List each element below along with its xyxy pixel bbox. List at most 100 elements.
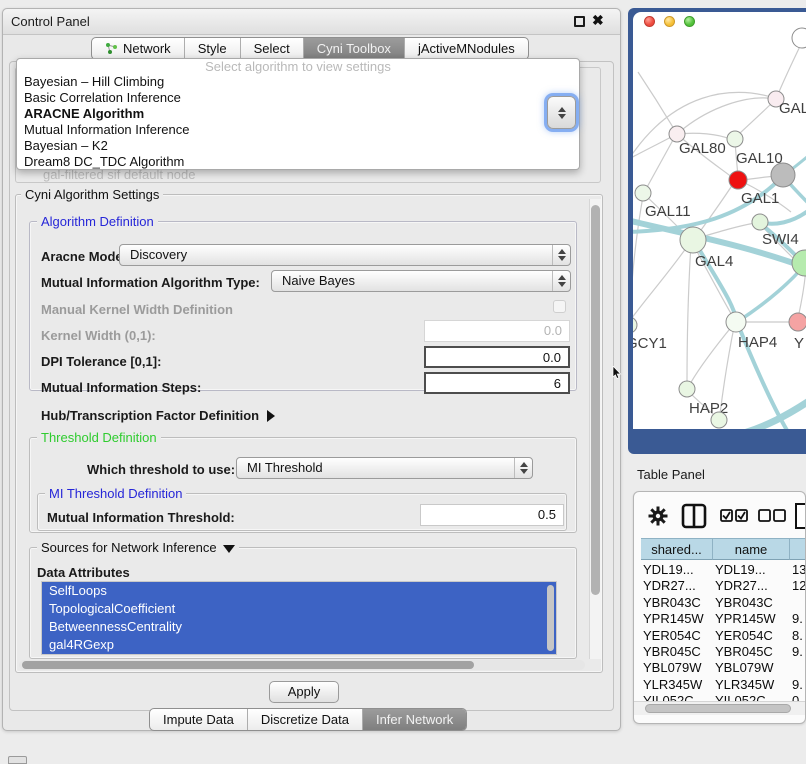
network-edge[interactable] bbox=[633, 244, 689, 322]
table-cell[interactable]: YPR145W bbox=[643, 610, 715, 627]
attribute-list-vscroll-thumb[interactable] bbox=[547, 585, 554, 651]
float-window-icon[interactable] bbox=[574, 16, 585, 27]
apply-button[interactable]: Apply bbox=[269, 681, 339, 703]
manual-kernel-checkbox[interactable] bbox=[553, 300, 566, 313]
table-cell[interactable]: YBL079W bbox=[643, 659, 715, 676]
tab-cyni-toolbox[interactable]: Cyni Toolbox bbox=[304, 38, 405, 59]
attribute-list-item[interactable]: BetweennessCentrality bbox=[42, 618, 556, 636]
table-column-header[interactable]: shared... bbox=[641, 538, 713, 560]
table-hscroll-thumb[interactable] bbox=[645, 704, 791, 713]
tab-select[interactable]: Select bbox=[241, 38, 304, 59]
table-cell[interactable]: YER054C bbox=[715, 627, 792, 644]
table-cell[interactable]: YLR345W bbox=[715, 676, 792, 693]
mi-type-combo[interactable]: Naive Bayes bbox=[271, 270, 571, 292]
minimize-traffic-light-icon[interactable] bbox=[664, 16, 675, 27]
screen: { "control_panel": { "title": "Control P… bbox=[0, 0, 806, 762]
network-edge[interactable] bbox=[677, 98, 776, 134]
algorithm-option[interactable]: Dream8 DC_TDC Algorithm bbox=[17, 154, 579, 170]
show-columns-icon[interactable] bbox=[681, 503, 707, 529]
zoom-traffic-light-icon[interactable] bbox=[684, 16, 695, 27]
new-file-icon[interactable] bbox=[794, 502, 806, 530]
table-cell[interactable]: 9. bbox=[792, 610, 806, 627]
network-node-gal1[interactable] bbox=[729, 171, 747, 189]
table-cell[interactable]: YDL19... bbox=[715, 561, 792, 578]
bottom-tab-impute-data[interactable]: Impute Data bbox=[150, 709, 248, 730]
network-edge[interactable] bbox=[687, 244, 691, 384]
close-icon[interactable]: ✖ bbox=[592, 12, 604, 29]
aracne-mode-combo[interactable]: Discovery bbox=[119, 244, 571, 266]
attribute-list-item[interactable]: SelfLoops bbox=[42, 582, 556, 600]
mi-threshold-field[interactable]: 0.5 bbox=[420, 504, 564, 526]
algorithm-option[interactable]: ARACNE Algorithm bbox=[17, 106, 579, 122]
hub-definition-toggle[interactable]: Hub/Transcription Factor Definition bbox=[41, 408, 275, 423]
table-cell[interactable]: YBR043C bbox=[715, 594, 792, 611]
table-cell[interactable]: YBL079W bbox=[715, 659, 792, 676]
table-cell[interactable]: 9. bbox=[792, 643, 806, 660]
network-window[interactable]: GALGAL80GAL10GAL1GAL11SWI4GAL4GCY1HAP4YH… bbox=[633, 12, 806, 429]
table-cell[interactable]: 13 bbox=[792, 561, 806, 578]
settings-horizontal-scrollbar[interactable] bbox=[19, 660, 585, 670]
mi-steps-field[interactable]: 6 bbox=[424, 372, 570, 394]
bottom-tab-discretize-data[interactable]: Discretize Data bbox=[248, 709, 363, 730]
tab-style[interactable]: Style bbox=[185, 38, 241, 59]
settings-vertical-scrollbar[interactable] bbox=[589, 199, 601, 659]
network-node-y[interactable] bbox=[789, 313, 806, 331]
network-node-gal10[interactable] bbox=[727, 131, 743, 147]
table-column-header[interactable] bbox=[790, 538, 806, 560]
table-cell[interactable]: YBR043C bbox=[643, 594, 715, 611]
data-attributes-list[interactable]: SelfLoopsTopologicalCoefficientBetweenne… bbox=[41, 581, 557, 655]
network-node-gcy1[interactable] bbox=[633, 317, 637, 333]
table-cell[interactable]: YLR345W bbox=[643, 676, 715, 693]
attribute-list-item[interactable]: TopologicalCoefficient bbox=[42, 600, 556, 618]
network-canvas[interactable]: GALGAL80GAL10GAL1GAL11SWI4GAL4GCY1HAP4YH… bbox=[633, 12, 806, 429]
table-cell[interactable]: YDL19... bbox=[643, 561, 715, 578]
algorithm-option[interactable]: Mutual Information Inference bbox=[17, 122, 579, 138]
table-cell[interactable]: YPR145W bbox=[715, 610, 792, 627]
algorithm-option[interactable]: Bayesian – Hill Climbing bbox=[17, 74, 579, 90]
dpi-tolerance-field[interactable]: 0.0 bbox=[424, 346, 570, 368]
network-node-hap4[interactable] bbox=[726, 312, 746, 332]
network-node-gal4[interactable] bbox=[680, 227, 706, 253]
algorithm-option[interactable]: Bayesian – K2 bbox=[17, 138, 579, 154]
table-cell[interactable]: YDR27... bbox=[643, 577, 715, 594]
kernel-width-field[interactable]: 0.0 bbox=[424, 320, 570, 342]
settings-vscroll-thumb[interactable] bbox=[591, 205, 600, 595]
table-cell[interactable]: YBR045C bbox=[643, 643, 715, 660]
network-node[interactable] bbox=[711, 412, 727, 428]
bottom-tab-infer-network[interactable]: Infer Network bbox=[363, 709, 466, 730]
table-column-header[interactable]: name bbox=[713, 538, 790, 560]
table-cell[interactable]: 12 bbox=[792, 577, 806, 594]
gear-icon[interactable] bbox=[647, 505, 669, 527]
network-edge[interactable] bbox=[728, 397, 806, 429]
algorithm-combo-stepper[interactable] bbox=[547, 96, 576, 129]
which-threshold-value: MI Threshold bbox=[247, 460, 323, 475]
table-cell[interactable]: YBR045C bbox=[715, 643, 792, 660]
network-edge[interactable] bbox=[633, 196, 643, 322]
network-node[interactable] bbox=[792, 28, 806, 48]
network-node-hap2[interactable] bbox=[679, 381, 695, 397]
table-cell[interactable]: 8. bbox=[792, 627, 806, 644]
sources-toggle[interactable]: Sources for Network Inference bbox=[37, 540, 239, 555]
network-node-swi4[interactable] bbox=[752, 214, 768, 230]
tab-network[interactable]: Network bbox=[92, 38, 185, 59]
close-traffic-light-icon[interactable] bbox=[644, 16, 655, 27]
network-node[interactable] bbox=[771, 163, 795, 187]
network-edge[interactable] bbox=[697, 184, 733, 236]
settings-hscroll-thumb[interactable] bbox=[22, 661, 474, 669]
node-label: HAP4 bbox=[738, 334, 777, 351]
network-node-gal11[interactable] bbox=[635, 185, 651, 201]
algorithm-option[interactable]: Basic Correlation Inference bbox=[17, 90, 579, 106]
tab-jactivemnodules[interactable]: jActiveMNodules bbox=[405, 38, 528, 59]
select-all-checkboxes-icon[interactable] bbox=[720, 509, 748, 523]
table-cell[interactable]: YER054C bbox=[643, 627, 715, 644]
table-cell[interactable]: YDR27... bbox=[715, 577, 792, 594]
bottom-left-button-fragment[interactable] bbox=[8, 756, 27, 764]
table-horizontal-scrollbar[interactable] bbox=[634, 701, 806, 715]
network-edge[interactable] bbox=[776, 42, 802, 99]
which-threshold-combo[interactable]: MI Threshold bbox=[236, 457, 533, 479]
network-edge[interactable] bbox=[690, 325, 733, 384]
algorithm-dropdown-placeholder: Select algorithm to view settings bbox=[17, 60, 579, 74]
table-cell[interactable]: 9. bbox=[792, 676, 806, 693]
attribute-list-item[interactable]: gal4RGexp bbox=[42, 636, 556, 654]
deselect-all-checkboxes-icon[interactable] bbox=[758, 509, 786, 523]
